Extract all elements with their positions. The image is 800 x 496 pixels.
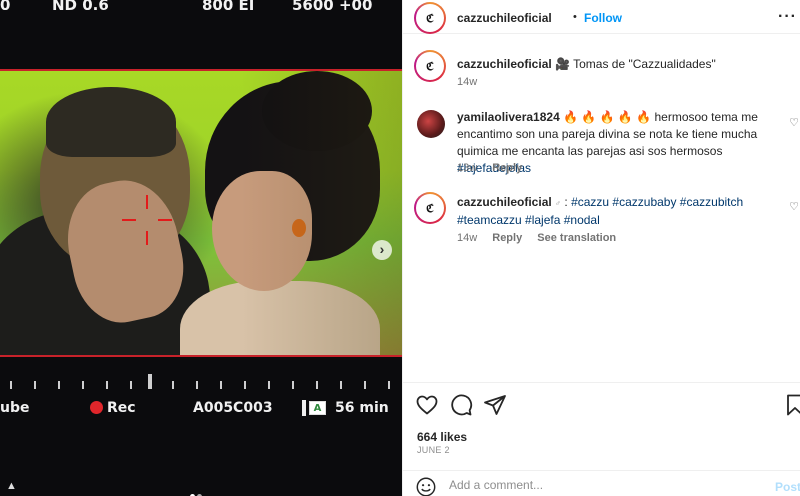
reply-button[interactable]: Reply	[492, 162, 522, 174]
post-side-panel: ℭ cazzuchileoficial • Follow ··· ℭ cazzu…	[402, 0, 800, 496]
male-symbol-icon: ♂	[555, 199, 562, 208]
like-comment-heart-icon[interactable]: ♡	[789, 200, 799, 213]
avatar[interactable]: ℭ	[414, 2, 446, 34]
camera-bottom-readout: ube Rec A005C003 A 56 min	[0, 396, 402, 420]
like-count[interactable]: 664 likes	[417, 430, 467, 444]
exposure-ruler	[0, 373, 402, 389]
comment: yamilaolivera1824 🔥 🔥 🔥 🔥 🔥 hermosoo tem…	[415, 108, 799, 176]
camera-emoji-icon: 🎥	[555, 57, 570, 71]
hashtag-link[interactable]: #cazzu #cazzubaby #cazzubitch	[571, 195, 743, 209]
avatar[interactable]: ℭ	[414, 192, 446, 224]
readout-white-balance: 5600 +00	[292, 0, 373, 14]
more-options-icon[interactable]: ···	[778, 8, 797, 26]
record-icon	[90, 401, 103, 414]
fire-emoji-icon: 🔥 🔥 🔥 🔥 🔥	[563, 110, 652, 124]
record-time-remaining: 56 min	[335, 400, 389, 416]
caption-username[interactable]: cazzuchileoficial	[457, 57, 552, 71]
comment-input[interactable]	[449, 478, 759, 492]
post-date: JUNE 2	[417, 445, 450, 455]
bookmark-icon[interactable]	[783, 393, 800, 417]
heart-icon[interactable]	[415, 393, 439, 417]
emoji-icon[interactable]	[415, 476, 437, 496]
separator-dot: •	[573, 11, 577, 23]
caption-time: 14w	[457, 76, 478, 88]
comment-meta: 14w Reply See translation	[457, 232, 616, 244]
comment-bar: Post	[403, 470, 800, 496]
comment-username[interactable]: cazzuchileoficial	[457, 195, 552, 209]
comment-text: cazzuchileoficial ♂ : #cazzu #cazzubaby …	[457, 194, 785, 229]
clip-name: A005C003	[193, 400, 273, 416]
user-icon: ▲	[6, 480, 17, 492]
post-comment-button[interactable]: Post	[775, 480, 800, 494]
rec-label: Rec	[107, 400, 136, 416]
focus-crosshair-icon	[122, 195, 172, 245]
comment-username[interactable]: yamilaolivera1824	[457, 110, 560, 124]
avatar[interactable]	[417, 110, 445, 138]
readout-left: 0	[0, 0, 11, 14]
camera-top-readout: 0 ND 0.6 800 EI 5600 +00	[0, 0, 402, 16]
like-comment-heart-icon[interactable]: ♡	[789, 116, 799, 129]
hashtag-link[interactable]: #teamcazzu #lajefa #nodal	[457, 213, 600, 227]
share-icon[interactable]	[483, 393, 507, 417]
battery-icon: A	[302, 400, 328, 416]
follow-button[interactable]: Follow	[584, 11, 622, 25]
caption-text: cazzuchileoficial 🎥 Tomas de "Cazzualida…	[457, 56, 777, 73]
post-header: ℭ cazzuchileoficial • Follow ···	[403, 0, 800, 34]
comment: ℭ cazzuchileoficial ♂ : #cazzu #cazzubab…	[414, 192, 799, 248]
comment-time: 13w	[457, 162, 478, 174]
carousel-dots	[190, 488, 204, 496]
readout-ei: 800 EI	[202, 0, 255, 14]
comment-meta: 13w Reply	[457, 162, 522, 174]
color-grade	[0, 71, 402, 355]
video-frame	[0, 69, 402, 357]
chevron-right-icon[interactable]: ›	[372, 240, 392, 260]
readout-codec: ube	[0, 400, 30, 416]
author-username[interactable]: cazzuchileoficial	[457, 11, 552, 25]
avatar[interactable]: ℭ	[414, 50, 446, 82]
comment-icon[interactable]	[449, 393, 473, 417]
comment-time: 14w	[457, 232, 478, 244]
readout-nd: ND 0.6	[52, 0, 109, 14]
see-translation-button[interactable]: See translation	[537, 232, 616, 244]
colon: :	[564, 195, 568, 209]
caption: ℭ cazzuchileoficial 🎥 Tomas de "Cazzuali…	[414, 50, 787, 90]
post-media: 0 ND 0.6 800 EI 5600 +00 › ube Rec A005C…	[0, 0, 402, 496]
caption-body: Tomas de "Cazzualidades"	[573, 57, 716, 71]
reply-button[interactable]: Reply	[492, 232, 522, 244]
